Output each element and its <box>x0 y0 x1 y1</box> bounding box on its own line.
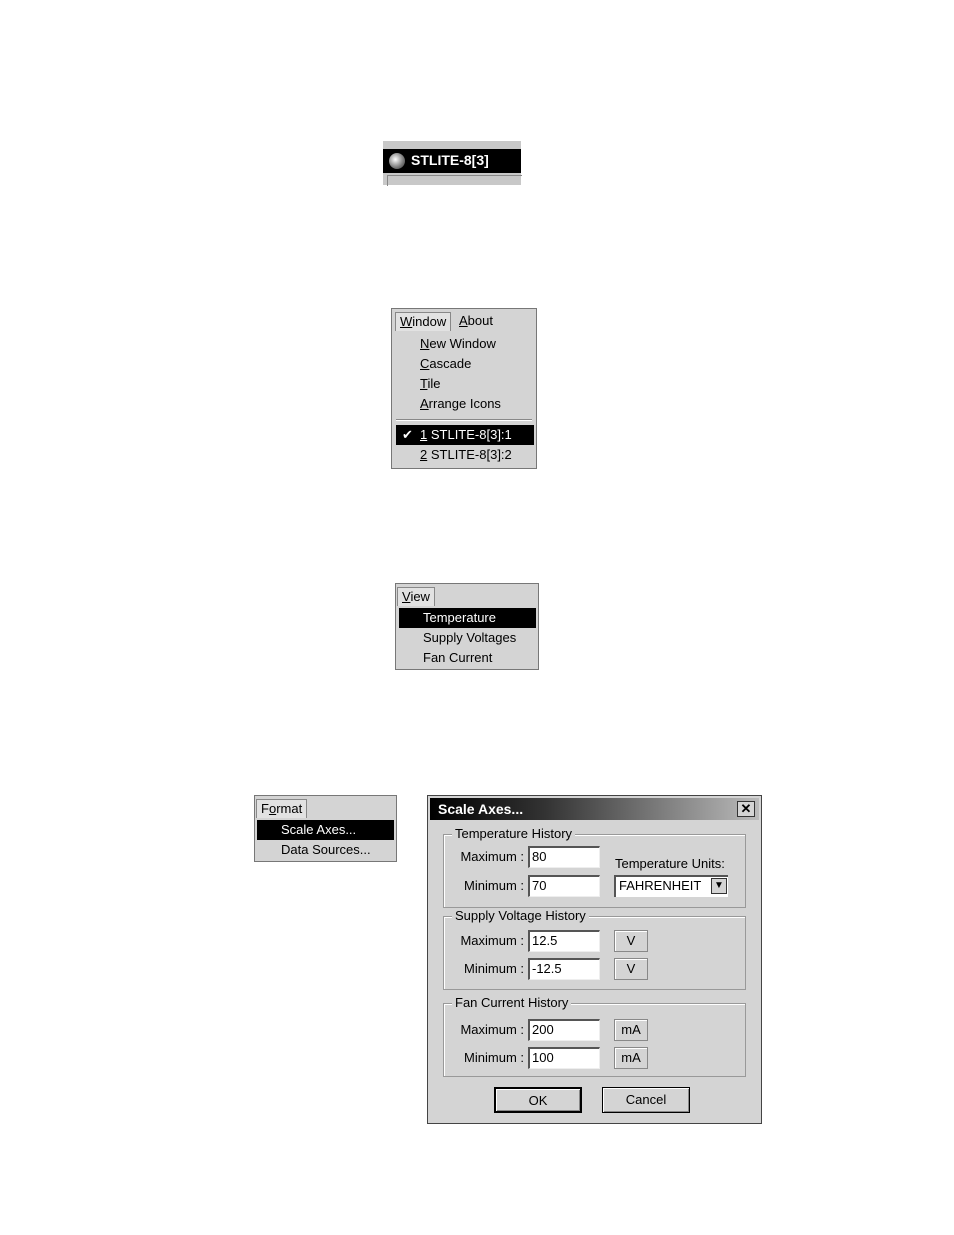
menu-window[interactable]: Window <box>395 312 452 331</box>
menubar: Format <box>255 796 396 820</box>
menu-item-window-1[interactable]: ✔ 1 STLITE-8[3]:1 <box>396 425 534 445</box>
window-menu: Window About New Window Cascade Tile Arr… <box>391 308 537 469</box>
menu-item-tile[interactable]: Tile <box>420 374 440 394</box>
menu-item-arrange-icons[interactable]: Arrange Icons <box>420 394 501 414</box>
ok-button[interactable]: OK <box>494 1087 582 1113</box>
menu-window-rest: indow <box>412 314 447 329</box>
temp-max-input[interactable]: 80 <box>528 846 600 868</box>
temperature-legend: Temperature History <box>452 826 576 842</box>
temp-min-input[interactable]: 70 <box>528 875 600 897</box>
fan-max-unit: mA <box>614 1019 648 1041</box>
menu-item-cascade[interactable]: Cascade <box>420 354 471 374</box>
dialog-title: Scale Axes... <box>438 801 524 817</box>
menu-about[interactable]: About <box>455 312 497 330</box>
menu-separator <box>396 419 532 421</box>
volt-max-unit: V <box>614 930 648 952</box>
child-window-title: STLITE-8[3] <box>411 152 489 168</box>
temp-max-label: Maximum : <box>460 849 524 864</box>
menu-item-temperature[interactable]: Temperature <box>399 608 536 628</box>
menu-item-window-2[interactable]: 2 STLITE-8[3]:2 <box>420 445 512 465</box>
volt-max-label: Maximum : <box>460 933 524 948</box>
fan-current-group: Fan Current History Maximum : 200 mA Min… <box>443 995 746 1077</box>
menu-format[interactable]: Format <box>256 799 308 818</box>
chevron-down-icon[interactable]: ▼ <box>711 878 727 894</box>
scale-axes-dialog: Scale Axes... ✕ Temperature History Maxi… <box>427 795 762 1124</box>
fan-max-input[interactable]: 200 <box>528 1019 600 1041</box>
app-icon <box>389 153 405 169</box>
volt-min-input[interactable]: -12.5 <box>528 958 600 980</box>
dialog-titlebar[interactable]: Scale Axes... ✕ <box>430 798 759 820</box>
fan-legend: Fan Current History <box>452 995 572 1011</box>
view-menu: View Temperature Supply Voltages Fan Cur… <box>395 583 539 670</box>
menu-item-supply-voltages[interactable]: Supply Voltages <box>423 628 516 648</box>
menu-item-scale-axes[interactable]: Scale Axes... <box>257 820 394 840</box>
volt-min-label: Minimum : <box>464 961 524 976</box>
close-icon[interactable]: ✕ <box>737 801 755 817</box>
mdi-title-strip: STLITE-8[3] <box>383 141 522 186</box>
temp-units-select[interactable]: FAHRENHEIT ▼ <box>614 875 728 897</box>
menu-item-new-window[interactable]: New Window <box>420 334 496 354</box>
supply-voltage-group: Supply Voltage History Maximum : 12.5 V … <box>443 908 746 990</box>
fan-max-label: Maximum : <box>460 1022 524 1037</box>
fan-min-input[interactable]: 100 <box>528 1047 600 1069</box>
menubar: Window About <box>392 309 536 333</box>
voltage-legend: Supply Voltage History <box>452 908 589 924</box>
child-window-frame <box>387 175 522 186</box>
temp-units-value: FAHRENHEIT <box>619 878 702 893</box>
menu-item-data-sources[interactable]: Data Sources... <box>281 840 371 860</box>
volt-max-input[interactable]: 12.5 <box>528 930 600 952</box>
fan-min-unit: mA <box>614 1047 648 1069</box>
child-window-titlebar[interactable]: STLITE-8[3] <box>383 149 521 173</box>
format-menu: Format Scale Axes... Data Sources... <box>254 795 397 862</box>
menu-item-fan-current[interactable]: Fan Current <box>423 648 492 668</box>
temp-min-label: Minimum : <box>464 878 524 893</box>
temperature-group: Temperature History Maximum : 80 Minimum… <box>443 826 746 908</box>
fan-min-label: Minimum : <box>464 1050 524 1065</box>
check-icon: ✔ <box>402 427 413 442</box>
volt-min-unit: V <box>614 958 648 980</box>
temp-units-label: Temperature Units: <box>615 856 725 871</box>
cancel-button[interactable]: Cancel <box>602 1087 690 1113</box>
menubar: View <box>396 584 538 608</box>
menu-view[interactable]: View <box>397 587 435 606</box>
